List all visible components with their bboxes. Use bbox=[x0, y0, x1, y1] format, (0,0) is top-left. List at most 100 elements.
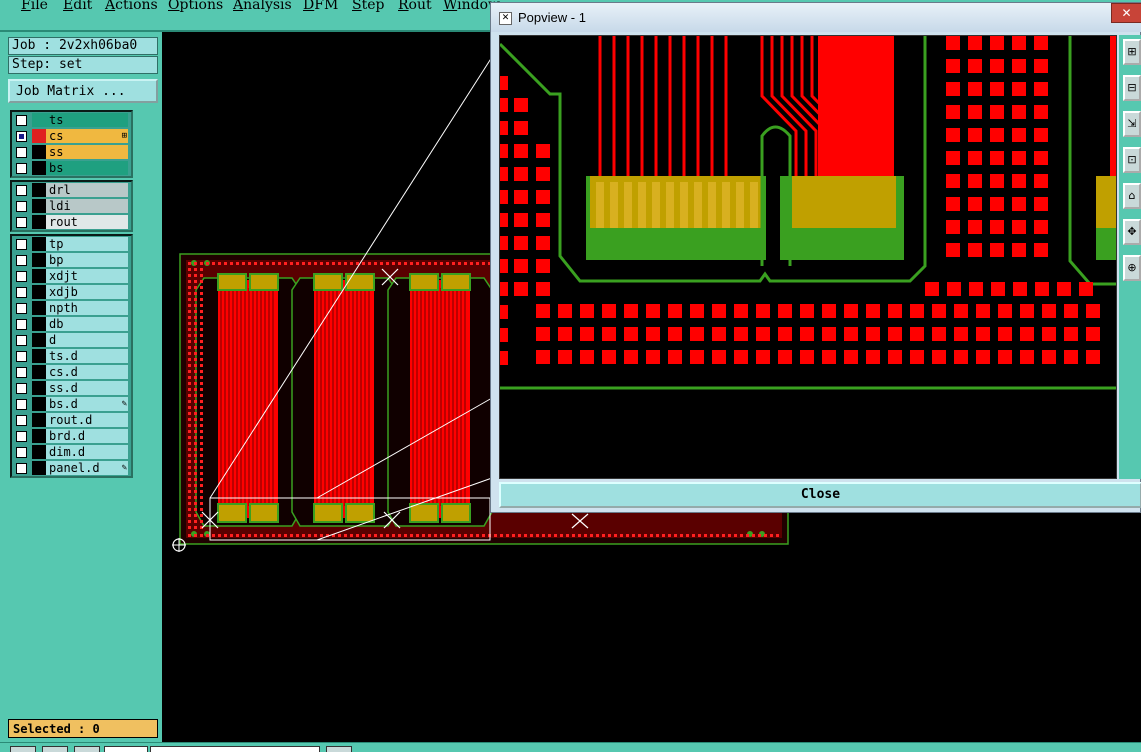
layer-checkbox[interactable] bbox=[16, 431, 27, 442]
layer-name: xdjb bbox=[46, 285, 128, 299]
menu-step[interactable]: Step bbox=[352, 0, 384, 13]
close-button[interactable]: Close bbox=[499, 482, 1141, 508]
layer-checkbox[interactable] bbox=[16, 303, 27, 314]
layer-checkbox[interactable] bbox=[16, 463, 27, 474]
layer-row-bs[interactable]: bs bbox=[12, 160, 131, 176]
layer-checkbox[interactable] bbox=[16, 367, 27, 378]
layer-row-ss[interactable]: ss bbox=[12, 144, 131, 160]
layer-row-ts[interactable]: ts bbox=[12, 112, 131, 128]
popview-titlebar[interactable]: ✕ Popview - 1 ✕ bbox=[491, 3, 1141, 32]
menu-actions[interactable]: Actions bbox=[105, 0, 158, 13]
toolbar-button[interactable] bbox=[74, 746, 100, 752]
menu-edit[interactable]: Edit bbox=[63, 0, 92, 13]
toolbar-button[interactable] bbox=[326, 746, 352, 752]
snap-icon[interactable]: ⊕ bbox=[1123, 255, 1141, 281]
menu-rout[interactable]: Rout bbox=[398, 0, 432, 13]
layer-row-drl[interactable]: drl bbox=[12, 182, 131, 198]
selected-count: Selected : 0 bbox=[8, 719, 158, 738]
edit-icon: ✎ bbox=[121, 463, 127, 473]
layer-row-bs-d[interactable]: bs.d ✎ bbox=[12, 396, 131, 412]
menu-analysis[interactable]: Analysis bbox=[233, 0, 292, 13]
command-field[interactable] bbox=[104, 746, 148, 752]
layer-row-brd-d[interactable]: brd.d bbox=[12, 428, 131, 444]
menu-dfm[interactable]: DFM bbox=[303, 0, 338, 13]
layer-checkbox[interactable] bbox=[16, 239, 27, 250]
layer-row-rout-d[interactable]: rout.d bbox=[12, 412, 131, 428]
layer-name: ldi bbox=[46, 199, 128, 213]
signal-layer-group: ts cs ⊞ ss bs bbox=[10, 110, 133, 178]
layer-checkbox[interactable] bbox=[16, 319, 27, 330]
layer-checkbox[interactable] bbox=[16, 131, 27, 142]
layer-checkbox[interactable] bbox=[16, 255, 27, 266]
layer-color-swatch bbox=[32, 285, 46, 299]
layer-color-swatch bbox=[32, 161, 46, 175]
layer-row-rout[interactable]: rout bbox=[12, 214, 131, 230]
window-close-button[interactable]: ✕ bbox=[1111, 3, 1141, 23]
edit-icon: ✎ bbox=[121, 399, 127, 409]
menu-options[interactable]: Options bbox=[168, 0, 223, 13]
layer-row-cs-d[interactable]: cs.d bbox=[12, 364, 131, 380]
pan-icon[interactable]: ⇲ bbox=[1123, 111, 1141, 137]
layer-name: ts bbox=[46, 113, 128, 127]
layer-checkbox[interactable] bbox=[16, 147, 27, 158]
fit-icon[interactable]: ⊡ bbox=[1123, 147, 1141, 173]
layer-row-cs[interactable]: cs ⊞ bbox=[12, 128, 131, 144]
layer-row-bp[interactable]: bp bbox=[12, 252, 131, 268]
layer-color-swatch bbox=[32, 317, 46, 331]
layer-color-swatch bbox=[32, 145, 46, 159]
layer-name: tp bbox=[46, 237, 128, 251]
layer-color-swatch bbox=[32, 199, 46, 213]
layer-color-swatch bbox=[32, 301, 46, 315]
layer-name: rout bbox=[46, 215, 128, 229]
layer-row-d[interactable]: d bbox=[12, 332, 131, 348]
layer-color-swatch bbox=[32, 183, 46, 197]
layer-checkbox[interactable] bbox=[16, 351, 27, 362]
layer-checkbox[interactable] bbox=[16, 271, 27, 282]
layer-name: d bbox=[46, 333, 128, 347]
layer-row-ss-d[interactable]: ss.d bbox=[12, 380, 131, 396]
layer-name: db bbox=[46, 317, 128, 331]
layer-checkbox[interactable] bbox=[16, 447, 27, 458]
layer-name: brd.d bbox=[46, 429, 128, 443]
step-name: Step: set bbox=[8, 56, 158, 74]
layer-checkbox[interactable] bbox=[16, 383, 27, 394]
layer-name: bs.d ✎ bbox=[46, 397, 128, 411]
zoom-home-icon[interactable]: ⌂ bbox=[1123, 183, 1141, 209]
toolbar-button[interactable] bbox=[10, 746, 36, 752]
layer-checkbox[interactable] bbox=[16, 163, 27, 174]
window-icon: ✕ bbox=[499, 12, 512, 25]
layer-row-tp[interactable]: tp bbox=[12, 236, 131, 252]
layer-color-swatch bbox=[32, 113, 46, 127]
move-icon[interactable]: ✥ bbox=[1123, 219, 1141, 245]
layer-color-swatch bbox=[32, 333, 46, 347]
layer-row-xdjt[interactable]: xdjt bbox=[12, 268, 131, 284]
layer-checkbox[interactable] bbox=[16, 287, 27, 298]
layer-color-swatch bbox=[32, 269, 46, 283]
layer-checkbox[interactable] bbox=[16, 201, 27, 212]
layer-checkbox[interactable] bbox=[16, 335, 27, 346]
layer-row-panel-d[interactable]: panel.d ✎ bbox=[12, 460, 131, 476]
zoom-out-icon[interactable]: ⊟ bbox=[1123, 75, 1141, 101]
coordinate-field[interactable] bbox=[150, 746, 320, 752]
layer-row-xdjb[interactable]: xdjb bbox=[12, 284, 131, 300]
layer-row-dim-d[interactable]: dim.d bbox=[12, 444, 131, 460]
layer-name: bs bbox=[46, 161, 128, 175]
popview-canvas[interactable] bbox=[499, 35, 1117, 479]
layer-checkbox[interactable] bbox=[16, 399, 27, 410]
layer-row-ts-d[interactable]: ts.d bbox=[12, 348, 131, 364]
menu-file[interactable]: File bbox=[21, 0, 48, 13]
layer-checkbox[interactable] bbox=[16, 217, 27, 228]
layer-color-swatch bbox=[32, 215, 46, 229]
toolbar-button[interactable] bbox=[42, 746, 68, 752]
layer-checkbox[interactable] bbox=[16, 115, 27, 126]
job-matrix-button[interactable]: Job Matrix ... bbox=[8, 79, 158, 103]
layer-name: xdjt bbox=[46, 269, 128, 283]
layer-checkbox[interactable] bbox=[16, 185, 27, 196]
layer-name: cs.d bbox=[46, 365, 128, 379]
layer-row-npth[interactable]: npth bbox=[12, 300, 131, 316]
layer-checkbox[interactable] bbox=[16, 415, 27, 426]
popview-window: ✕ Popview - 1 ✕ ⊞ ⊟ ⇲ ⊡ ⌂ ✥ ⊕ Close bbox=[490, 2, 1141, 513]
layer-row-ldi[interactable]: ldi bbox=[12, 198, 131, 214]
layer-row-db[interactable]: db bbox=[12, 316, 131, 332]
zoom-in-icon[interactable]: ⊞ bbox=[1123, 39, 1141, 65]
